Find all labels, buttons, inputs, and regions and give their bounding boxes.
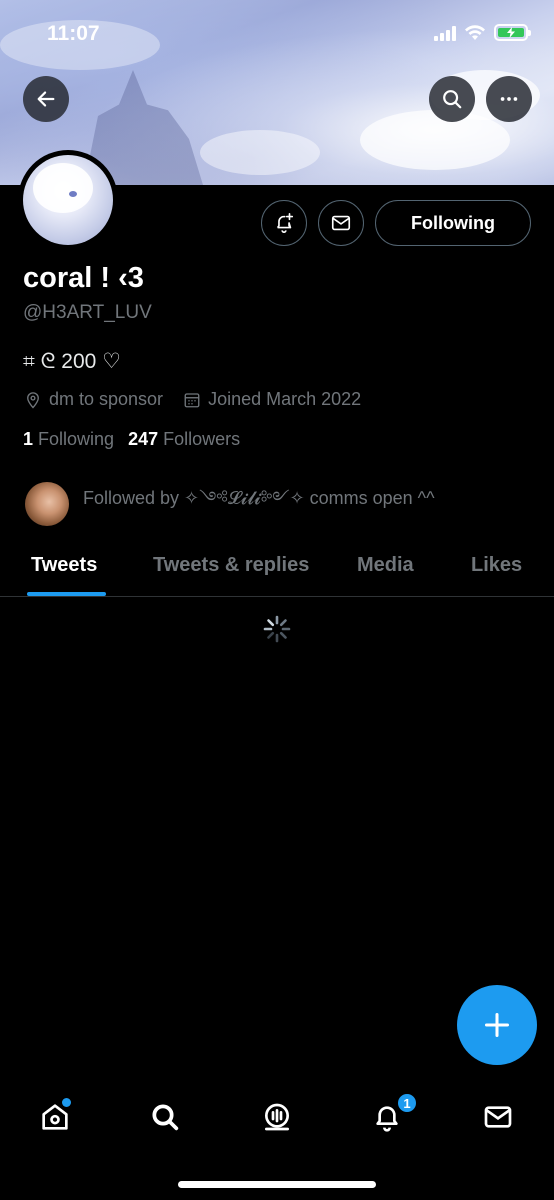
profile-bio: ⌗ ᘓ 200 ♡ — [23, 350, 121, 373]
followers-label: Followers — [163, 429, 241, 449]
profile-avatar[interactable] — [18, 150, 118, 250]
envelope-icon — [331, 215, 351, 231]
search-icon — [152, 1104, 179, 1131]
nav-messages[interactable] — [475, 1094, 521, 1140]
bell-plus-icon — [276, 213, 294, 233]
followers-count-link[interactable]: 247 Followers — [128, 429, 240, 450]
location-text: dm to sponsor — [49, 389, 164, 409]
nav-search[interactable] — [142, 1094, 188, 1140]
notifications-badge: 1 — [396, 1092, 418, 1114]
followed-by-text: Followed by ✧༺𝓛𝓲𝓵𝓲༻✧ comms open ^^ — [83, 488, 435, 508]
location-pin-icon — [27, 391, 39, 408]
spaces-icon — [265, 1103, 289, 1131]
back-button[interactable] — [23, 76, 69, 122]
search-icon — [443, 90, 462, 109]
arrow-left-icon — [37, 91, 55, 107]
compose-tweet-button[interactable] — [457, 985, 537, 1065]
follow-counts: 1 Following 247 Followers — [23, 429, 240, 450]
loading-spinner-icon — [263, 615, 291, 643]
message-button[interactable] — [318, 200, 364, 246]
search-button[interactable] — [429, 76, 475, 122]
tab-tweets[interactable]: Tweets — [31, 554, 97, 577]
signal-icon — [434, 25, 456, 41]
tab-likes[interactable]: Likes — [471, 554, 522, 577]
wifi-icon — [465, 24, 485, 40]
more-horizontal-icon — [500, 97, 518, 101]
follower-avatar — [25, 482, 69, 526]
envelope-icon — [484, 1106, 512, 1128]
following-count-link[interactable]: 1 Following — [23, 429, 114, 450]
nav-spaces[interactable] — [254, 1094, 300, 1140]
tab-tweets-replies[interactable]: Tweets & replies — [153, 554, 309, 577]
following-label: Following — [38, 429, 115, 449]
bottom-navigation: 1 — [0, 1080, 554, 1155]
calendar-icon — [184, 392, 200, 407]
status-time: 11:07 — [47, 22, 100, 45]
followers-count: 247 — [128, 429, 159, 449]
following-count: 1 — [23, 429, 34, 449]
following-button[interactable]: Following — [375, 200, 531, 246]
active-tab-indicator — [27, 592, 106, 596]
profile-tabs: Tweets Tweets & replies Media Likes — [0, 545, 554, 597]
tab-media[interactable]: Media — [357, 554, 414, 577]
notify-button[interactable] — [261, 200, 307, 246]
home-indicator[interactable] — [178, 1181, 376, 1188]
nav-home[interactable] — [32, 1094, 78, 1140]
home-unread-dot — [62, 1098, 71, 1107]
joined-date: Joined March 2022 — [208, 389, 362, 409]
followed-by-row[interactable]: Followed by ✧༺𝓛𝓲𝓵𝓲༻✧ comms open ^^ — [25, 479, 435, 529]
battery-icon — [494, 24, 531, 41]
profile-meta: dm to sponsor Joined March 2022 — [24, 389, 381, 410]
display-name: coral ! ‹3 — [23, 262, 144, 294]
nav-notifications[interactable]: 1 — [364, 1092, 418, 1140]
plus-icon — [484, 1012, 510, 1038]
user-handle: @H3ART_LUV — [23, 302, 152, 323]
more-button[interactable] — [486, 76, 532, 122]
status-icons — [434, 24, 531, 41]
